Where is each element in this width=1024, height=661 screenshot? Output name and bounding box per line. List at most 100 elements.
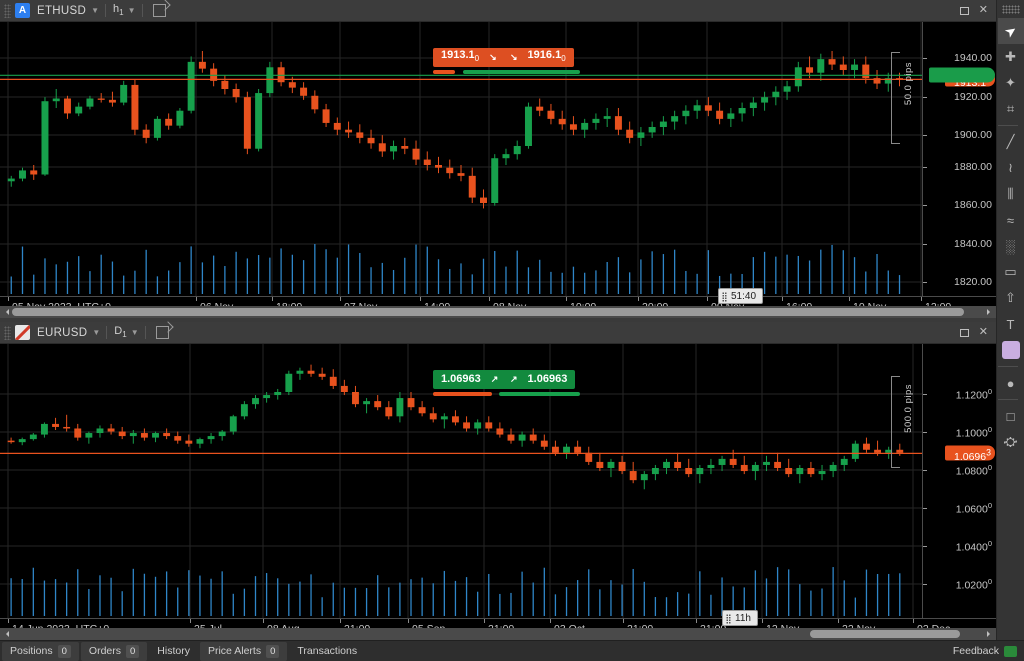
time-tick-mark (707, 297, 708, 301)
time-tick-mark (484, 619, 485, 623)
text-tool-icon[interactable]: T (998, 311, 1024, 337)
timeframe-dropdown-caret-icon[interactable]: ▼ (131, 328, 139, 337)
ask-quote-label-eurusd[interactable]: ↗ 1.06963 (502, 370, 576, 389)
status-tab-positions[interactable]: Positions 0 (2, 641, 79, 661)
price-tick-mark (923, 97, 927, 98)
time-tick-mark (849, 297, 850, 301)
scroll-right-icon[interactable] (987, 631, 993, 637)
fibonacci-icon[interactable]: ≀ (998, 155, 1024, 181)
crop-icon[interactable]: ⌗ (998, 96, 1024, 122)
feedback-button[interactable]: Feedback (953, 645, 1024, 657)
crosshair-icon[interactable]: ✚ (998, 44, 1024, 70)
status-tab-count: 0 (126, 644, 140, 658)
chart-canvas-eurusd[interactable]: 1.06963 ↗ ↗ 1.06963 500.0 pips 1.12000 1.… (0, 344, 996, 640)
chart-hscrollbar-ethusd[interactable] (0, 306, 996, 318)
price-tick-label: 1.10000 (955, 424, 992, 440)
panel-drag-handle[interactable] (4, 325, 11, 340)
price-tick-mark (923, 282, 927, 283)
status-tab-transactions[interactable]: Transactions (289, 642, 365, 661)
divider (144, 326, 146, 339)
asset-eur-icon (15, 325, 30, 340)
chart-stack: A ETHUSD ▼ h1 ▼ ✕ 1913.10 ↘ ↘ 1916.10 50… (0, 0, 996, 640)
current-price-badge[interactable]: 1.06963 (945, 445, 995, 463)
price-tick-label: 1880.00 (954, 161, 992, 173)
time-tick-mark (762, 619, 763, 623)
symbol-label-ethusd: ETHUSD (37, 4, 87, 17)
magnet-icon[interactable]: ● (998, 370, 1024, 396)
camera-icon[interactable]: □ (998, 403, 1024, 429)
time-tick-mark (838, 619, 839, 623)
price-tick-label: 1.08000 (955, 462, 992, 478)
trading-platform-window: A ETHUSD ▼ h1 ▼ ✕ 1913.10 ↘ ↘ 1916.10 50… (0, 0, 1024, 661)
bid-quote-label-ethusd[interactable]: 1913.10 ↘ (433, 48, 505, 67)
scroll-right-icon[interactable] (987, 309, 993, 315)
price-tick-label: 1.02000 (955, 576, 992, 592)
price-tick-mark (923, 508, 927, 509)
price-tick-mark (923, 584, 927, 585)
status-tab-label: Price Alerts (207, 645, 262, 657)
bid-quote-label-eurusd[interactable]: 1.06963 ↗ (433, 370, 507, 389)
panel-drag-handle[interactable] (4, 3, 11, 18)
fibonacci-icon-glyph: ≀ (1008, 160, 1013, 175)
maximize-icon[interactable] (959, 6, 969, 15)
pattern-icon[interactable]: ░ (998, 233, 1024, 259)
brush-icon-glyph: ≈ (1006, 212, 1015, 228)
close-icon[interactable]: ✕ (979, 5, 988, 16)
crosshair-snap-icon-glyph: ✦ (1005, 75, 1016, 90)
symbol-label-eurusd: EURUSD (37, 326, 88, 339)
price-tick-mark (923, 167, 927, 168)
hscroll-thumb[interactable] (12, 308, 964, 316)
scroll-left-icon[interactable] (3, 309, 9, 315)
ask-price-badge[interactable] (929, 67, 995, 83)
crosshair-icon-glyph: ✚ (1005, 49, 1016, 64)
status-tab-orders[interactable]: Orders 0 (80, 641, 148, 661)
cursor-icon[interactable]: ➤ (997, 18, 1024, 44)
trend-line-icon[interactable]: ╱ (998, 129, 1024, 155)
chart-hscrollbar-eurusd[interactable] (0, 628, 996, 640)
divider (106, 326, 108, 339)
ask-indicator-bar (499, 392, 580, 396)
pips-label-eurusd: 500.0 pips (903, 384, 914, 433)
detach-chart-icon[interactable] (152, 4, 166, 17)
arrow-shape-icon-glyph: ⇧ (1005, 290, 1016, 305)
alert-bell-icon[interactable]: ⛮ (998, 429, 1024, 455)
time-tick-mark (638, 297, 639, 301)
crosshair-snap-icon[interactable]: ✦ (998, 70, 1024, 96)
symbol-dropdown-caret-icon[interactable]: ▼ (92, 328, 100, 337)
price-axis-ethusd[interactable]: 1940.00 1920.00 1900.00 1880.00 1860.00 1840.… (922, 22, 996, 318)
chart-canvas-ethusd[interactable]: 1913.10 ↘ ↘ 1916.10 50.0 pips 1940.00 192… (0, 22, 996, 318)
chart-header-eurusd: EURUSD ▼ D1 ▼ ✕ (0, 322, 996, 344)
symbol-dropdown-caret-icon[interactable]: ▼ (91, 6, 99, 15)
panel-window-controls: ✕ (959, 5, 992, 16)
scroll-left-icon[interactable] (3, 631, 9, 637)
price-tick-mark (923, 205, 927, 206)
toolbar-divider (997, 125, 1018, 126)
time-tick-mark (913, 619, 914, 623)
maximize-icon[interactable] (959, 328, 969, 337)
price-tick-mark (923, 470, 927, 471)
timeframe-label-ethusd: h1 (113, 3, 124, 18)
arrow-shape-icon[interactable]: ⇧ (998, 285, 1024, 311)
panel-window-controls: ✕ (959, 327, 992, 338)
time-tick-mark (420, 297, 421, 301)
hscroll-thumb[interactable] (810, 630, 960, 638)
toolbar-divider (997, 366, 1018, 367)
time-tick-mark (782, 297, 783, 301)
bid-indicator-bar (433, 392, 492, 396)
channel-icon[interactable]: ⫼ (998, 181, 1024, 207)
divider (105, 4, 107, 17)
detach-chart-icon[interactable] (155, 326, 169, 339)
status-tab-history[interactable]: History (149, 642, 198, 661)
arrow-down-right-icon: ↘ (510, 52, 518, 62)
ask-quote-label-ethusd[interactable]: ↘ 1916.10 (502, 48, 574, 67)
close-icon[interactable]: ✕ (979, 327, 988, 338)
timeframe-dropdown-caret-icon[interactable]: ▼ (128, 6, 136, 15)
ask-indicator-bar (463, 70, 580, 74)
drawing-toolbar: ➤ ✚ ✦ ⌗ ╱ ≀ ⫼ ≈ ░ ▭ ⇧ T ● □ ⛮ (996, 0, 1024, 640)
color-swatch[interactable] (998, 337, 1024, 363)
rectangle-icon[interactable]: ▭ (998, 259, 1024, 285)
brush-icon[interactable]: ≈ (998, 207, 1024, 233)
toolbar-drag-handle[interactable] (1001, 5, 1020, 14)
price-axis-eurusd[interactable]: 1.12000 1.10000 1.08000 1.06000 1.04000 1.020… (922, 344, 996, 640)
status-tab-price-alerts[interactable]: Price Alerts 0 (199, 641, 288, 661)
